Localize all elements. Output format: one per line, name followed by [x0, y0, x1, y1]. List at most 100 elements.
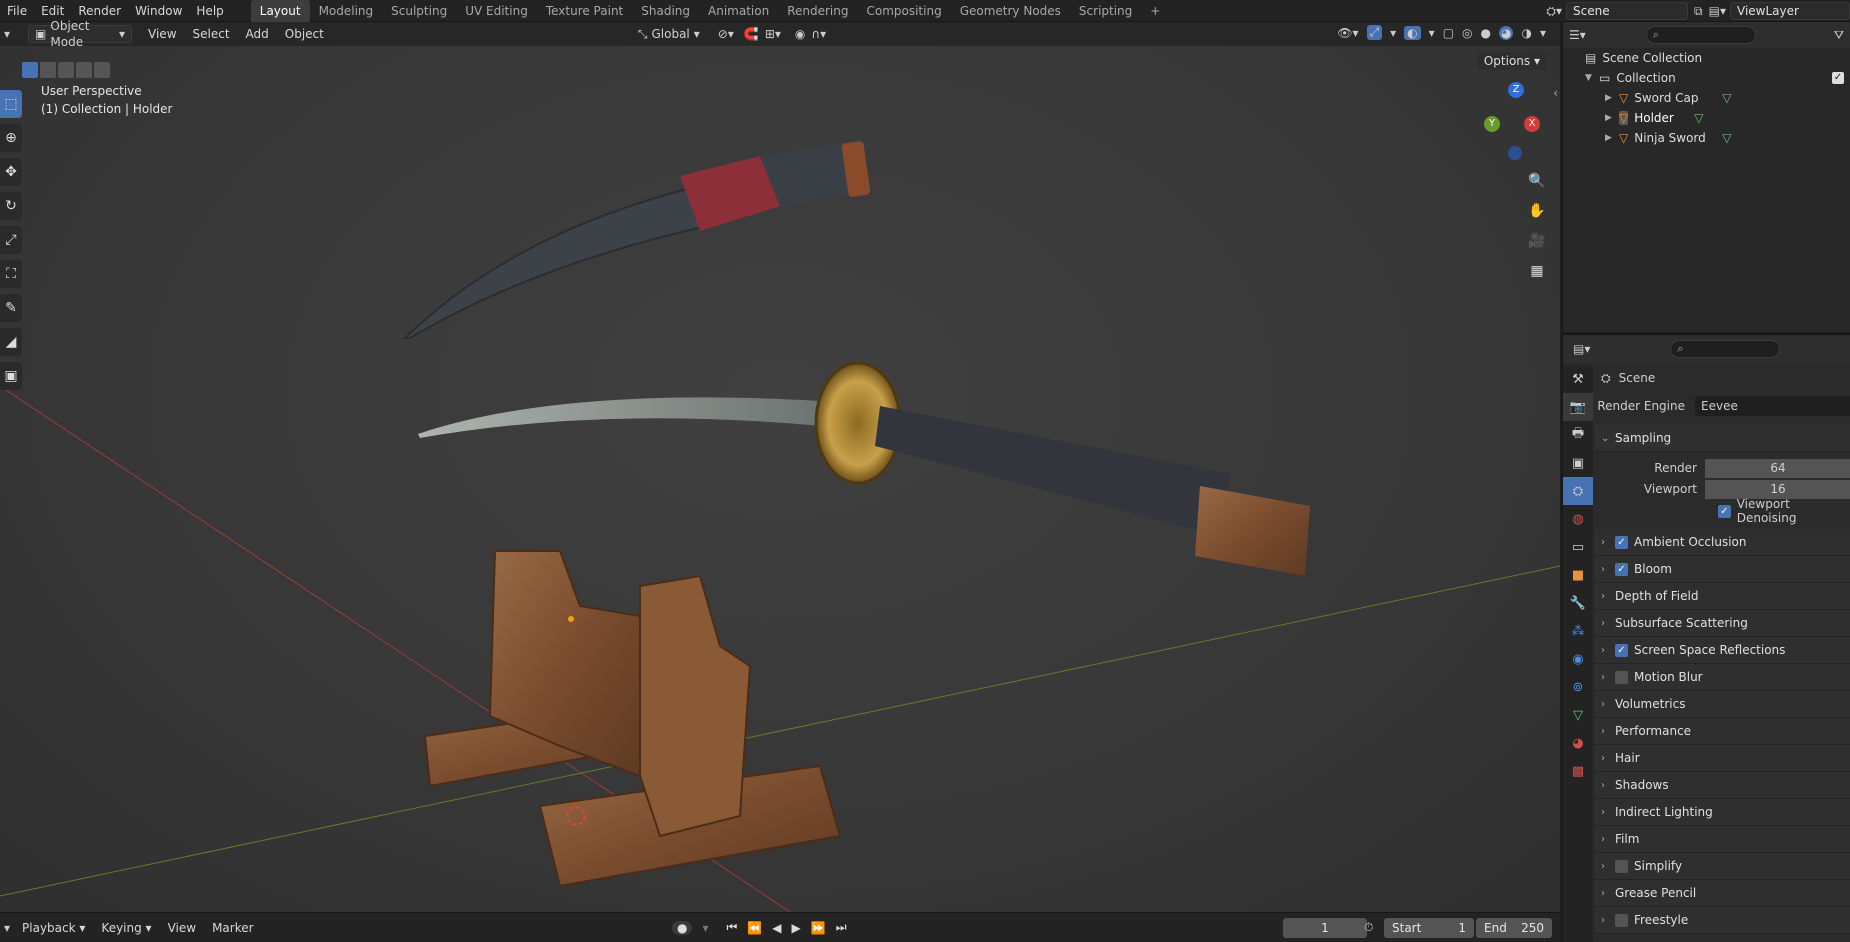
panel-shadows[interactable]: › Shadows — [1595, 772, 1850, 799]
menu-window[interactable]: Window — [128, 0, 189, 22]
camera-view-icon[interactable]: 🎥 — [1524, 228, 1550, 254]
view-layer-tab-icon[interactable]: ▣ — [1563, 449, 1593, 477]
collection-tab-icon[interactable]: ▭ — [1563, 533, 1593, 561]
mesh-data-icon[interactable]: ▽ — [1722, 131, 1731, 145]
menu-object[interactable]: Object — [277, 22, 332, 46]
zoom-icon[interactable]: 🔍 — [1524, 168, 1550, 194]
add-workspace-button[interactable]: + — [1141, 0, 1169, 22]
panel-enable-checkbox[interactable] — [1615, 859, 1628, 873]
tab-compositing[interactable]: Compositing — [857, 0, 950, 22]
select-new-icon[interactable] — [22, 62, 38, 78]
panel-enable-checkbox[interactable]: ✓ — [1615, 562, 1628, 576]
rotate-tool-icon[interactable]: ↻ — [0, 192, 22, 220]
panel-volumetrics[interactable]: › Volumetrics — [1595, 691, 1850, 718]
expand-arrow-icon[interactable]: ▶ — [1605, 133, 1619, 143]
proportional-edit-icon[interactable]: ◉ — [795, 27, 805, 41]
rendered-shading-icon[interactable]: ◑ — [1521, 26, 1531, 40]
options-button[interactable]: Options ▾ — [1477, 52, 1546, 70]
select-extend-icon[interactable] — [40, 62, 56, 78]
select-tool-icon[interactable]: ⬚ — [0, 90, 22, 118]
tab-geometry-nodes[interactable]: Geometry Nodes — [951, 0, 1070, 22]
tab-scripting[interactable]: Scripting — [1070, 0, 1141, 22]
collection-checkbox[interactable]: ✓ — [1832, 72, 1844, 84]
prev-keyframe-icon[interactable]: ⏪ — [747, 921, 762, 935]
panel-film[interactable]: › Film — [1595, 826, 1850, 853]
panel-performance[interactable]: › Performance — [1595, 718, 1850, 745]
pan-hand-icon[interactable]: ✋ — [1524, 198, 1550, 224]
menu-help[interactable]: Help — [189, 0, 230, 22]
panel-sampling[interactable]: ⌄ Sampling — [1595, 425, 1850, 452]
properties-search-input[interactable]: ⌕ — [1670, 340, 1781, 358]
viewport-denoising-row[interactable]: ✓ Viewport Denoising — [1595, 497, 1850, 525]
chevron-down-icon[interactable]: ▾ — [1540, 26, 1546, 40]
modifier-tab-icon[interactable]: 🔧 — [1563, 589, 1593, 617]
menu-keying[interactable]: Keying ▾ — [93, 921, 159, 935]
select-difference-icon[interactable] — [76, 62, 92, 78]
gizmo-z-axis[interactable]: Z — [1508, 82, 1524, 98]
transform-tool-icon[interactable]: ⛶ — [0, 260, 22, 288]
expand-arrow-icon[interactable]: ▶ — [1605, 93, 1619, 103]
measure-tool-icon[interactable]: ◢ — [0, 328, 22, 356]
gizmo-icon[interactable]: ⤢ — [1366, 25, 1383, 40]
overlay-icon[interactable]: ◐ — [1404, 25, 1421, 40]
snap-target-icon[interactable]: ⊞▾ — [765, 27, 781, 41]
tab-modeling[interactable]: Modeling — [310, 0, 383, 22]
panel-enable-checkbox[interactable]: ✓ — [1615, 535, 1628, 549]
tab-animation[interactable]: Animation — [699, 0, 778, 22]
falloff-icon[interactable]: ∩▾ — [811, 27, 826, 41]
gizmo-x-axis[interactable]: X — [1524, 116, 1540, 132]
annotate-tool-icon[interactable]: ✎ — [0, 294, 22, 322]
cursor-tool-icon[interactable]: ⊕ — [0, 124, 22, 152]
chevron-down-icon[interactable]: ▾ — [1429, 26, 1435, 40]
tab-uv-editing[interactable]: UV Editing — [456, 0, 537, 22]
scene-icon[interactable]: ⛭▾ — [1546, 4, 1562, 19]
tab-shading[interactable]: Shading — [632, 0, 699, 22]
panel-grease-pencil[interactable]: › Grease Pencil — [1595, 880, 1850, 907]
scene-tab-icon[interactable]: ⛭ — [1563, 477, 1593, 505]
mesh-data-icon[interactable]: ▽ — [1722, 91, 1731, 105]
panel-depth-of-field[interactable]: › Depth of Field — [1595, 583, 1850, 610]
menu-view[interactable]: View — [160, 921, 204, 935]
clock-icon[interactable]: ⏱ — [1364, 920, 1373, 935]
gizmo-neg-z[interactable] — [1508, 146, 1522, 160]
menu-view[interactable]: View — [140, 22, 184, 46]
panel-enable-checkbox[interactable] — [1615, 670, 1628, 684]
solid-shading-icon[interactable]: ● — [1481, 26, 1491, 40]
menu-add[interactable]: Add — [238, 22, 277, 46]
constraints-tab-icon[interactable]: ⊚ — [1563, 673, 1593, 701]
viewport-samples-field[interactable]: 16 — [1705, 479, 1850, 499]
menu-file[interactable]: File — [0, 0, 34, 22]
view-layer-field[interactable]: ViewLayer — [1730, 2, 1850, 20]
visibility-icon[interactable]: 👁▾ — [1337, 26, 1358, 40]
render-tab-icon[interactable]: 📷 — [1563, 393, 1593, 421]
panel-freestyle[interactable]: › Freestyle — [1595, 907, 1850, 934]
panel-simplify[interactable]: › Simplify — [1595, 853, 1850, 880]
physics-tab-icon[interactable]: ◉ — [1563, 645, 1593, 673]
wireframe-shading-icon[interactable]: ◎ — [1462, 26, 1472, 40]
sidebar-toggle-icon[interactable]: ‹ — [1553, 86, 1558, 100]
outliner-row-object[interactable]: ▶ ▽ Holder ▽ — [1563, 108, 1850, 128]
select-subtract-icon[interactable] — [58, 62, 74, 78]
outliner-row-scene-collection[interactable]: ▤ Scene Collection — [1563, 48, 1850, 68]
mesh-data-icon[interactable]: ▽ — [1694, 111, 1703, 125]
record-icon[interactable]: ● — [672, 920, 693, 935]
material-tab-icon[interactable]: ◕ — [1563, 729, 1593, 757]
navigation-gizmo[interactable]: Z X Y — [1468, 82, 1540, 162]
panel-bloom[interactable]: › ✓ Bloom — [1595, 556, 1850, 583]
filter-icon[interactable]: ⛛ — [1834, 28, 1844, 43]
scale-tool-icon[interactable]: ⤢ — [0, 226, 22, 254]
new-scene-icon[interactable]: ⧉ — [1694, 4, 1703, 19]
start-frame-field[interactable]: Start 1 — [1384, 917, 1474, 938]
tab-rendering[interactable]: Rendering — [778, 0, 857, 22]
outliner-row-collection[interactable]: ▼ ▭ Collection ✓ — [1563, 68, 1850, 88]
material-shading-icon[interactable]: ◕ — [1499, 25, 1514, 40]
jump-end-icon[interactable]: ⏭ — [836, 920, 847, 935]
view-layer-icon[interactable]: ▤▾ — [1709, 4, 1726, 18]
gizmo-y-axis[interactable]: Y — [1484, 116, 1500, 132]
next-keyframe-icon[interactable]: ⏩ — [811, 921, 826, 935]
tab-sculpting[interactable]: Sculpting — [382, 0, 456, 22]
editor-type-icon[interactable]: ▤▾ — [1573, 342, 1590, 356]
move-tool-icon[interactable]: ✥ — [0, 158, 22, 186]
render-samples-field[interactable]: 64 — [1705, 458, 1850, 478]
output-tab-icon[interactable]: 🖶 — [1563, 421, 1593, 449]
